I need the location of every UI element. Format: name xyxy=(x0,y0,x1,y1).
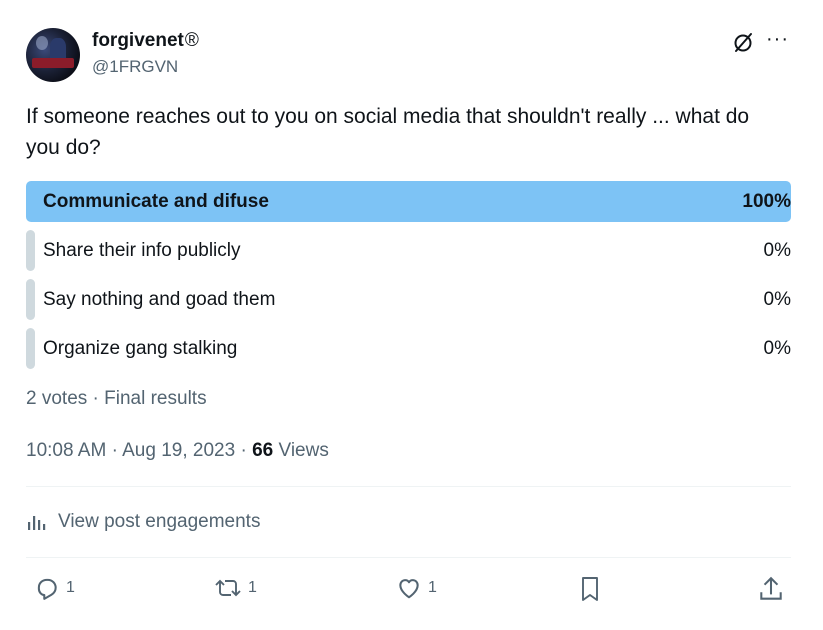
views-count: 66 xyxy=(252,440,274,461)
timestamp-line: 10:08 AM · Aug 19, 2023 · 66 Views xyxy=(26,440,329,461)
poll-option-label: Communicate and difuse xyxy=(43,191,269,212)
poll-option-percent: 0% xyxy=(763,240,791,261)
tweet-text: If someone reaches out to you on social … xyxy=(26,105,750,159)
bookmark-icon xyxy=(582,577,598,601)
retweet-count: 1 xyxy=(248,579,257,596)
retweet-button[interactable]: 1 xyxy=(214,575,257,601)
registered-badge: ® xyxy=(184,30,199,51)
poll-option: Say nothing and goad them 0% xyxy=(26,279,791,320)
poll-summary: 2 votes · Final results xyxy=(26,388,207,409)
poll-result-bar xyxy=(26,230,35,271)
share-button[interactable] xyxy=(758,575,790,603)
retweet-icon xyxy=(215,579,241,597)
poll-result-bar xyxy=(26,279,35,320)
poll: Communicate and difuse 100% Share their … xyxy=(26,181,791,377)
like-button[interactable]: 1 xyxy=(396,575,437,601)
analytics-icon xyxy=(28,516,46,530)
avatar[interactable] xyxy=(26,28,80,82)
divider xyxy=(26,557,791,558)
poll-result-bar xyxy=(26,328,35,369)
poll-option: Organize gang stalking 0% xyxy=(26,328,791,369)
like-icon xyxy=(399,579,419,599)
more-icon[interactable]: ··· xyxy=(766,28,789,51)
bookmark-button[interactable] xyxy=(578,575,608,603)
poll-option-percent: 0% xyxy=(763,338,791,359)
poll-option-percent: 0% xyxy=(763,289,791,310)
view-engagements-link[interactable]: View post engagements xyxy=(26,511,260,533)
tweet-date[interactable]: Aug 19, 2023 xyxy=(122,440,235,461)
poll-option-label: Share their info publicly xyxy=(43,240,241,261)
divider xyxy=(26,486,791,487)
poll-option-label: Say nothing and goad them xyxy=(43,289,276,310)
like-count: 1 xyxy=(428,579,437,596)
views-label: Views xyxy=(278,440,329,461)
tweet-time[interactable]: 10:08 AM xyxy=(26,440,106,461)
reply-count: 1 xyxy=(66,579,75,596)
poll-option-label: Organize gang stalking xyxy=(43,338,238,359)
reply-button[interactable]: 1 xyxy=(34,575,75,601)
poll-option: Share their info publicly 0% xyxy=(26,230,791,271)
poll-option: Communicate and difuse 100% xyxy=(26,181,791,222)
grok-icon[interactable] xyxy=(731,30,755,54)
share-icon xyxy=(760,576,782,600)
display-name: forgivenet xyxy=(92,30,184,51)
engagements-label: View post engagements xyxy=(58,511,261,532)
author-handle[interactable]: @1FRGVN xyxy=(92,57,178,77)
author-name[interactable]: forgivenet® xyxy=(92,30,199,52)
poll-option-percent: 100% xyxy=(742,191,791,212)
reply-icon xyxy=(37,578,57,600)
